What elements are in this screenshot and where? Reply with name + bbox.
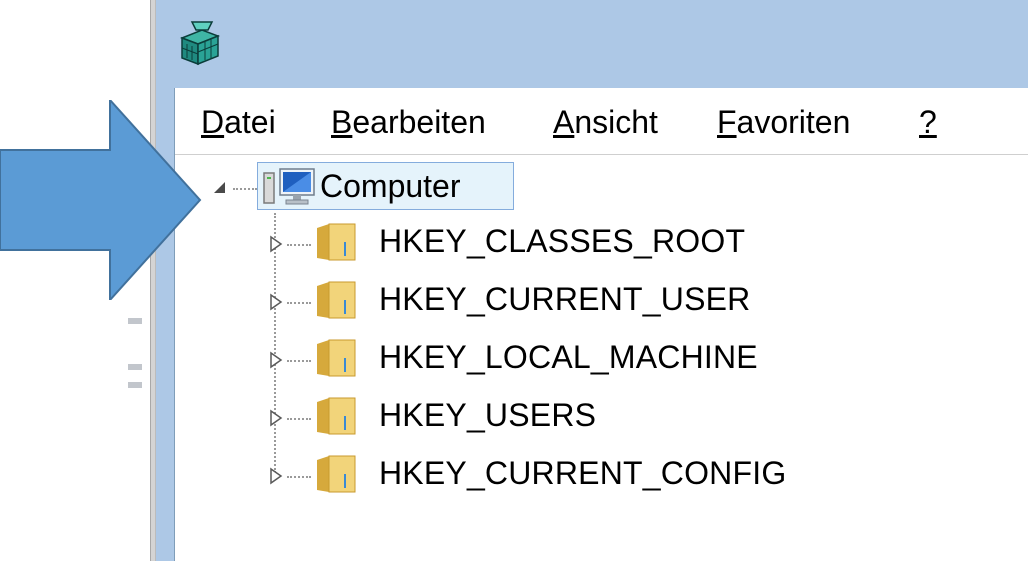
menu-ansicht-mnemonic: A [553, 104, 575, 140]
menu-favoriten-label: avoriten [736, 104, 851, 140]
folder-icon [315, 338, 359, 383]
regedit-app-icon[interactable] [178, 20, 222, 73]
tree-connector [287, 302, 311, 304]
folder-icon [315, 222, 359, 267]
tree-node-hkey-local-machine[interactable]: HKEY_LOCAL_MACHINE [269, 334, 969, 382]
tree-node-label: HKEY_CLASSES_ROOT [379, 223, 746, 259]
background-window-icon [128, 318, 142, 324]
tree-node-label: Computer [320, 168, 461, 204]
tree-node-computer[interactable]: Computer [257, 162, 514, 210]
title-bar[interactable] [156, 0, 1028, 88]
tree-node-hkey-current-user[interactable]: HKEY_CURRENT_USER [269, 276, 969, 324]
menu-help-mnemonic: ? [919, 104, 937, 140]
computer-icon [262, 167, 318, 212]
tree-node-label: HKEY_CURRENT_USER [379, 281, 751, 317]
tree-connector [233, 188, 257, 190]
tree-connector [287, 476, 311, 478]
expand-triangle-icon[interactable] [269, 292, 283, 317]
menu-datei[interactable]: Datei [201, 102, 276, 142]
tree-node-label: HKEY_USERS [379, 397, 597, 433]
expand-triangle-icon[interactable] [269, 466, 283, 491]
registry-editor-window: Datei Bearbeiten Ansicht Favoriten ? Com… [156, 0, 1028, 561]
tree-node-label: HKEY_CURRENT_CONFIG [379, 455, 787, 491]
menu-bearbeiten-mnemonic: B [331, 104, 353, 140]
folder-icon [315, 280, 359, 325]
menu-datei-label: atei [224, 104, 276, 140]
background-window-icon [128, 364, 142, 370]
menu-bearbeiten-label: earbeiten [352, 104, 486, 140]
tree-connector [287, 418, 311, 420]
registry-tree: Computer HKEY_CLASSES_ROOT HKEY_CURRENT_… [175, 155, 1028, 561]
expand-triangle-icon[interactable] [269, 234, 283, 259]
collapse-triangle-icon[interactable] [213, 181, 227, 200]
menu-ansicht-label: nsicht [574, 104, 658, 140]
tree-connector [287, 244, 311, 246]
menu-bar: Datei Bearbeiten Ansicht Favoriten ? [175, 88, 1028, 155]
tree-connector [287, 360, 311, 362]
folder-icon [315, 396, 359, 441]
arrow-right-icon [0, 97, 202, 305]
tree-node-label: HKEY_LOCAL_MACHINE [379, 339, 758, 375]
menu-help[interactable]: ? [919, 102, 937, 142]
tree-node-hkey-current-config[interactable]: HKEY_CURRENT_CONFIG [269, 450, 969, 498]
menu-datei-mnemonic: D [201, 104, 225, 140]
folder-icon [315, 454, 359, 499]
background-window-icon [128, 382, 142, 388]
menu-favoriten-mnemonic: F [717, 104, 737, 140]
tree-node-hkey-classes-root[interactable]: HKEY_CLASSES_ROOT [269, 218, 969, 266]
menu-favoriten[interactable]: Favoriten [717, 102, 850, 142]
client-area: Datei Bearbeiten Ansicht Favoriten ? Com… [174, 88, 1028, 561]
expand-triangle-icon[interactable] [269, 408, 283, 433]
menu-ansicht[interactable]: Ansicht [553, 102, 658, 142]
menu-bearbeiten[interactable]: Bearbeiten [331, 102, 486, 142]
expand-triangle-icon[interactable] [269, 350, 283, 375]
tree-node-hkey-users[interactable]: HKEY_USERS [269, 392, 969, 440]
